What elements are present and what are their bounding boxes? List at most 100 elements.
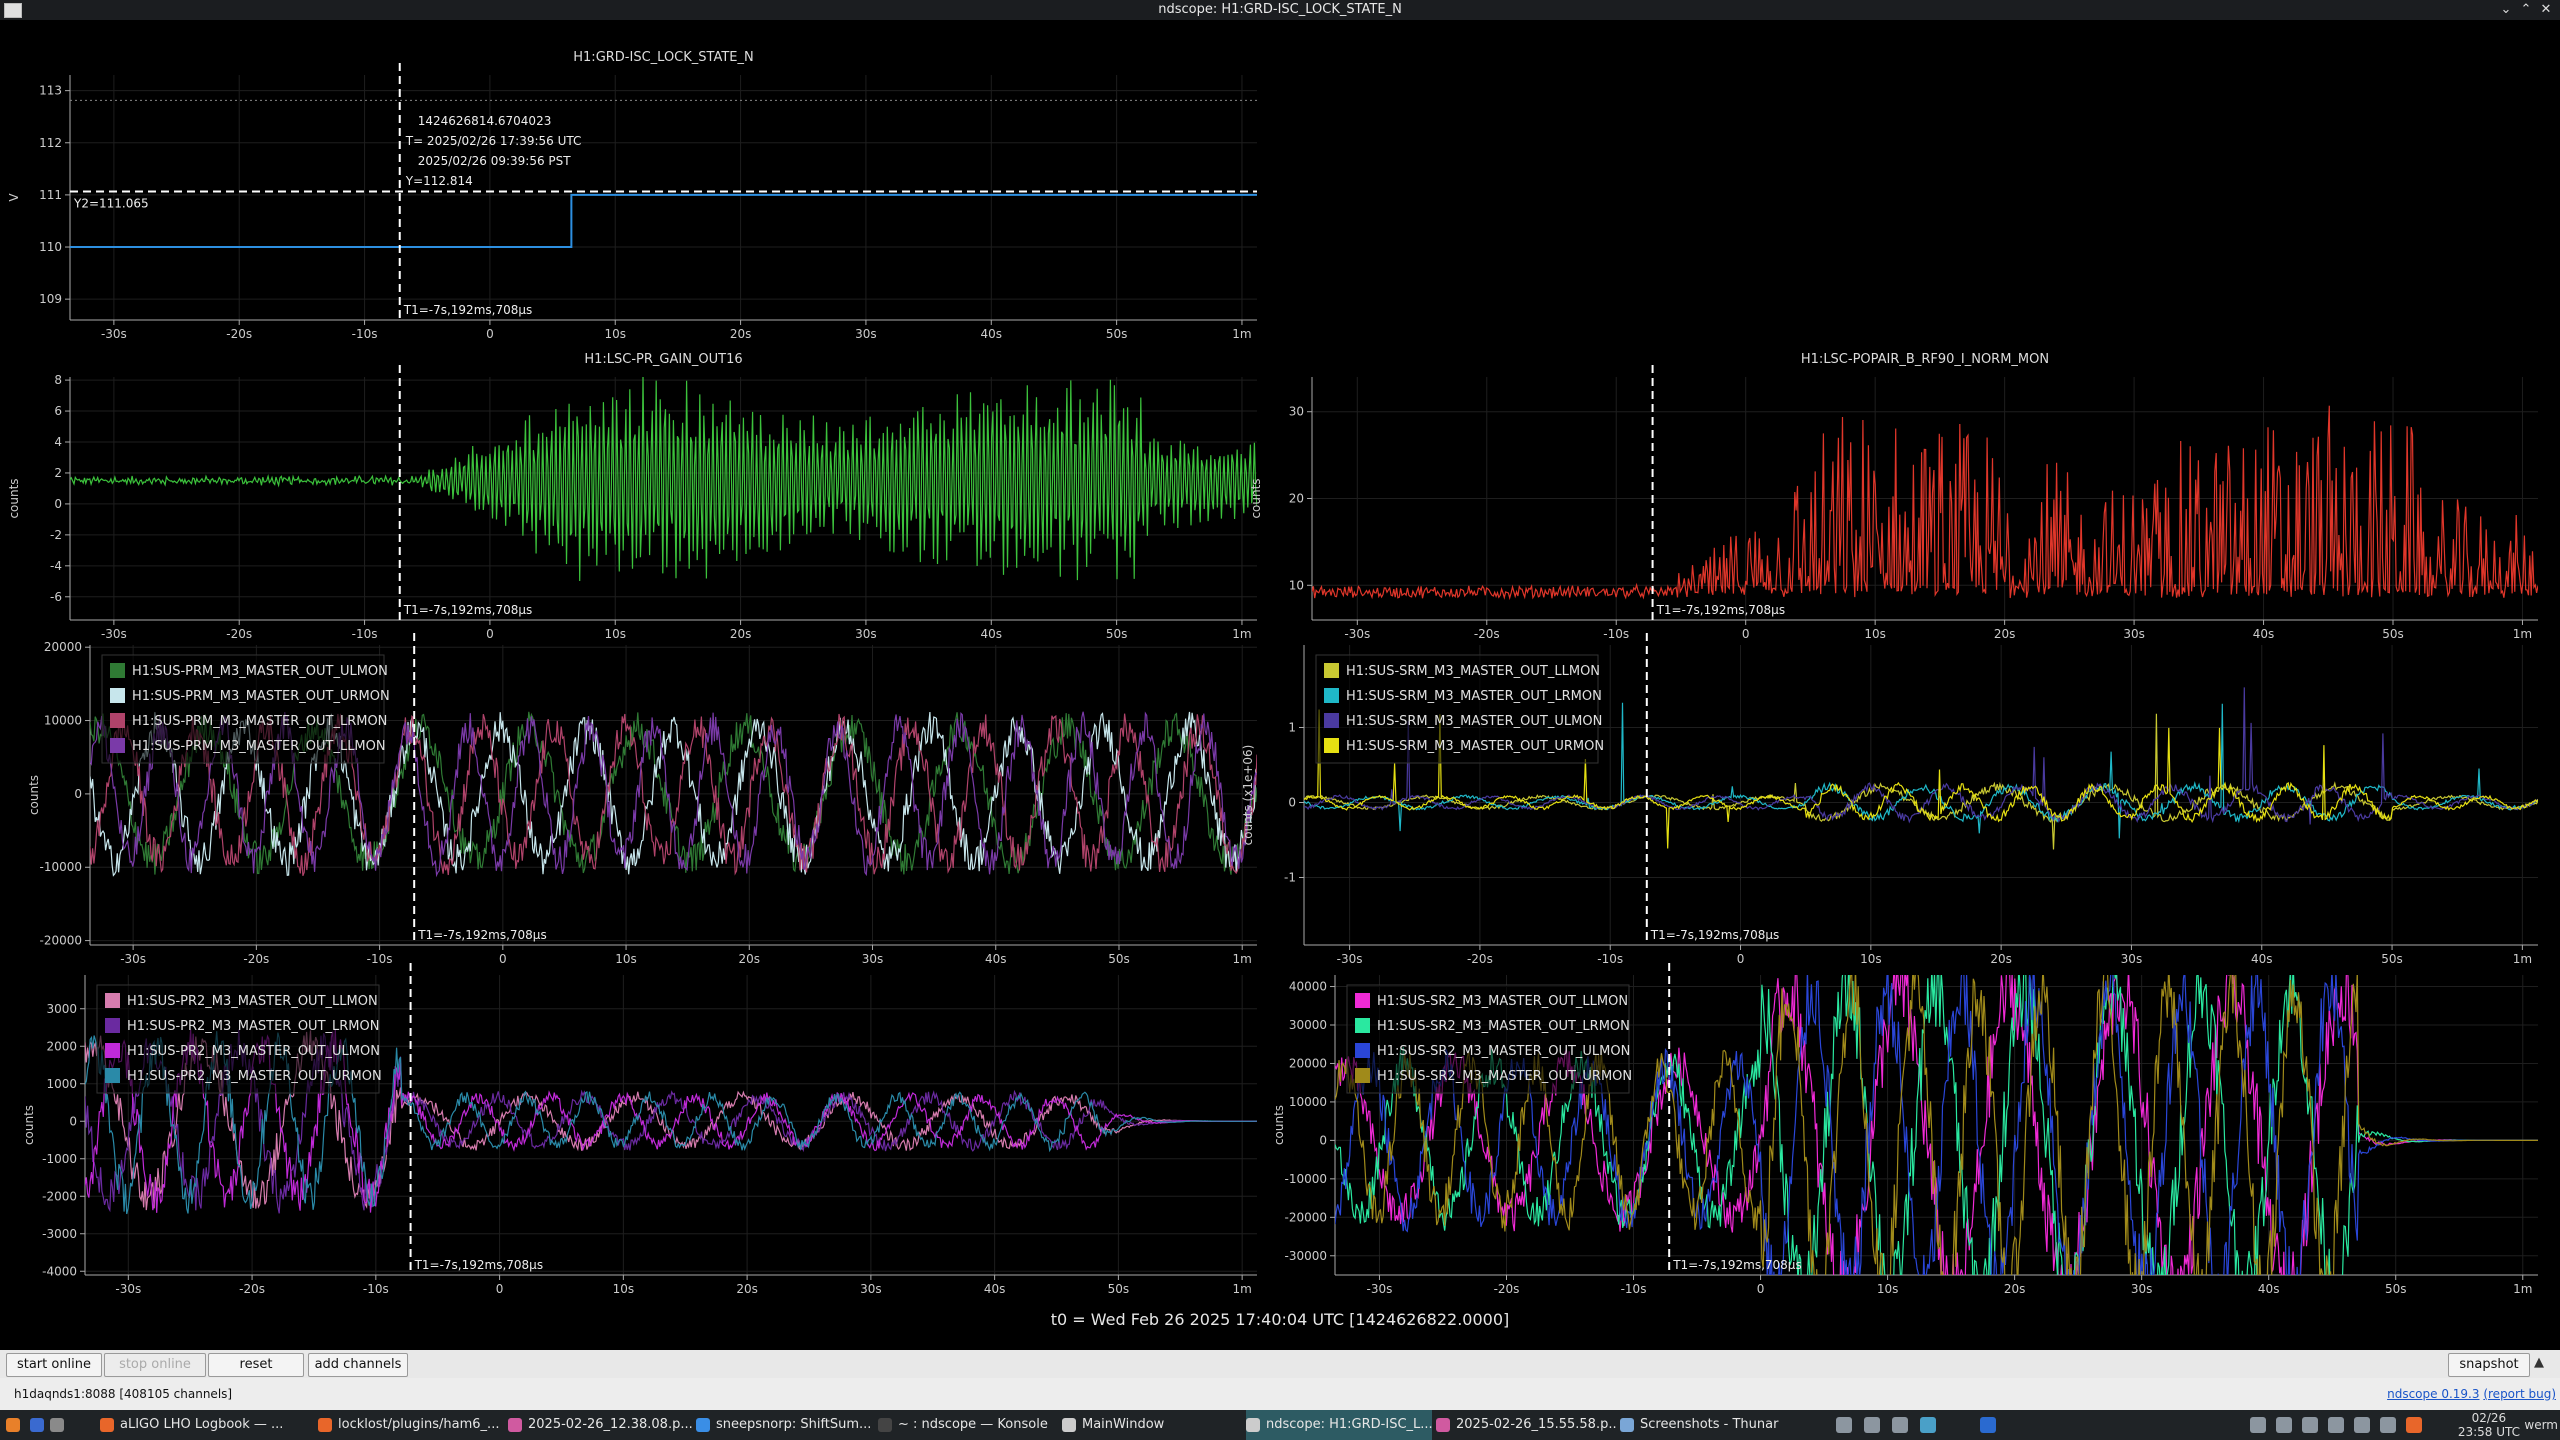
- x-tick-label: -10s: [1621, 1282, 1647, 1296]
- x-tick-label: 10s: [1860, 952, 1882, 966]
- legend-label: H1:SUS-PRM_M3_MASTER_OUT_LRMON: [132, 714, 387, 729]
- taskbar-item-label: MainWindow: [1082, 1417, 1165, 1432]
- desktop-pager-icon[interactable]: [1892, 1417, 1908, 1433]
- crosshair-readout: Y=112.814: [405, 174, 473, 188]
- x-tick-label: -10s: [367, 952, 393, 966]
- y-tick-label: 1: [1288, 721, 1296, 735]
- volume-icon[interactable]: [2380, 1417, 2396, 1433]
- t1-cursor-label: T1=-7s,192ms,708µs: [403, 603, 533, 617]
- t1-cursor-label: T1=-7s,192ms,708µs: [414, 1258, 544, 1272]
- legend-swatch: [1355, 1068, 1370, 1083]
- bell-icon[interactable]: [2328, 1417, 2344, 1433]
- y-tick-label: 0: [1319, 1133, 1327, 1147]
- files-launcher-icon[interactable]: [50, 1410, 70, 1440]
- y2-readout: Y2=111.065: [73, 197, 149, 211]
- y-tick-label: -20000: [39, 934, 82, 948]
- y-tick-label: 112: [39, 136, 62, 150]
- x-tick-label: -20s: [243, 952, 269, 966]
- taskbar-item-shiftsum[interactable]: sneepsnorp: ShiftSum...: [696, 1410, 874, 1440]
- y-axis-label: counts: [1272, 1105, 1286, 1145]
- x-tick-label: 40s: [985, 952, 1007, 966]
- x-tick-label: 1m: [1233, 952, 1252, 966]
- plot-canvas[interactable]: -30s -20s -10s 0 10s 20s 30s 40s 50s 1m 109 110 111 1…: [0, 20, 2560, 1350]
- version-link[interactable]: ndscope 0.19.3: [2387, 1387, 2479, 1401]
- vscode-icon[interactable]: [1980, 1417, 1996, 1433]
- legend-label: H1:SUS-PR2_M3_MASTER_OUT_LLMON: [127, 994, 378, 1009]
- stop-online-button[interactable]: stop online: [104, 1353, 206, 1377]
- maximize-icon[interactable]: ⌃: [2516, 0, 2536, 20]
- taskbar-item-mainwindow[interactable]: MainWindow: [1062, 1410, 1242, 1440]
- x-tick-label: 0: [1737, 952, 1745, 966]
- x-tick-label: 1m: [2513, 1282, 2532, 1296]
- y-tick-label: 40000: [1289, 980, 1327, 994]
- y-tick-label: -10000: [1284, 1172, 1327, 1186]
- settings-icon[interactable]: [2302, 1417, 2318, 1433]
- x-tick-label: 1m: [1232, 1282, 1251, 1296]
- x-tick-label: -20s: [1494, 1282, 1520, 1296]
- legend-swatch: [1324, 738, 1339, 753]
- app-icon: [4, 3, 22, 18]
- y-tick-label: -4000: [42, 1264, 77, 1278]
- y-tick-label: 0: [69, 1114, 77, 1128]
- x-tick-label: 20s: [1990, 952, 2012, 966]
- legend-label: H1:SUS-PR2_M3_MASTER_OUT_URMON: [127, 1069, 382, 1084]
- y-axis-label: counts (x1e+06): [1241, 745, 1255, 846]
- taskbar-item-image2[interactable]: 2025-02-26_15.55.58.p...: [1436, 1410, 1616, 1440]
- plots-svg[interactable]: -30s -20s -10s 0 10s 20s 30s 40s 50s 1m1091101111…: [0, 20, 2560, 1350]
- x-tick-label: 30s: [860, 1282, 882, 1296]
- close-icon[interactable]: ✕: [2536, 0, 2556, 20]
- legend-label: H1:SUS-PRM_M3_MASTER_OUT_LLMON: [132, 739, 386, 754]
- x-tick-label: 0: [486, 627, 494, 641]
- y-tick-label: 30000: [1289, 1018, 1327, 1032]
- chevron-down-icon[interactable]: ⌄: [2496, 0, 2516, 20]
- network-icon[interactable]: [2354, 1417, 2370, 1433]
- chevron-up-icon[interactable]: ▲: [2534, 1355, 2544, 1370]
- window-icon: [1246, 1417, 1260, 1432]
- clock[interactable]: 02/26 23:58 UTC: [2458, 1411, 2520, 1439]
- taskbar-item-label: 2025-02-26_15.55.58.p...: [1456, 1417, 1616, 1432]
- x-tick-label: 40s: [2251, 952, 2273, 966]
- x-tick-label: 40s: [984, 1282, 1006, 1296]
- x-tick-label: -30s: [101, 327, 127, 341]
- terminal-launcher-icon[interactable]: [30, 1410, 50, 1440]
- y-tick-label: 109: [39, 292, 62, 306]
- start-online-button[interactable]: start online: [6, 1353, 102, 1377]
- y-tick-label: -1000: [42, 1152, 77, 1166]
- legend-swatch: [1355, 1043, 1370, 1058]
- x-tick-label: 1m: [2513, 952, 2532, 966]
- series-line: [1312, 405, 2538, 601]
- taskbar-item-konsole[interactable]: ~ : ndscope — Konsole: [878, 1410, 1058, 1440]
- plot-title: H1:GRD-ISC_LOCK_STATE_N: [573, 50, 753, 65]
- x-tick-label: 1m: [2513, 627, 2532, 641]
- add-channels-button[interactable]: add channels: [308, 1353, 408, 1377]
- x-tick-label: 50s: [2385, 1282, 2407, 1296]
- clipboard-icon[interactable]: [2250, 1417, 2266, 1433]
- taskbar-item-locklost[interactable]: locklost/plugins/ham6_...: [318, 1410, 504, 1440]
- x-tick-label: -10s: [363, 1282, 389, 1296]
- x-tick-label: 30s: [2123, 627, 2145, 641]
- taskbar-item-thunar[interactable]: Screenshots - Thunar: [1620, 1410, 1820, 1440]
- y-tick-label: 6: [54, 404, 62, 418]
- taskbar-item-logbook[interactable]: aLIGO LHO Logbook — ...: [100, 1410, 312, 1440]
- desktop-pager-icon[interactable]: [1836, 1417, 1852, 1433]
- x-tick-label: 10s: [604, 627, 626, 641]
- desktop-pager-icon[interactable]: [1864, 1417, 1880, 1433]
- desktop-pager-icon[interactable]: [1920, 1417, 1936, 1433]
- display-icon[interactable]: [2276, 1417, 2292, 1433]
- image-viewer-icon: [508, 1417, 522, 1432]
- server-status: h1daqnds1:8088 [408105 channels]: [14, 1387, 232, 1401]
- x-tick-label: 1m: [1232, 627, 1251, 641]
- series-line: [70, 377, 1257, 582]
- firefox-tray-icon[interactable]: [2406, 1417, 2422, 1433]
- y-tick-label: -30000: [1284, 1249, 1327, 1263]
- reset-button[interactable]: reset: [208, 1353, 304, 1377]
- x-tick-label: 20s: [2004, 1282, 2026, 1296]
- y-tick-label: -2: [50, 528, 62, 542]
- report-bug-link[interactable]: (report bug): [2483, 1387, 2556, 1401]
- app-launcher-icon[interactable]: [6, 1410, 26, 1440]
- snapshot-button[interactable]: snapshot: [2448, 1353, 2530, 1377]
- taskbar-item-ndscope[interactable]: ndscope: H1:GRD-ISC_L...: [1246, 1410, 1432, 1440]
- taskbar-item-image1[interactable]: 2025-02-26_12.38.08.p...: [508, 1410, 692, 1440]
- y-axis-label: counts: [1249, 478, 1263, 518]
- x-tick-label: 30s: [855, 327, 877, 341]
